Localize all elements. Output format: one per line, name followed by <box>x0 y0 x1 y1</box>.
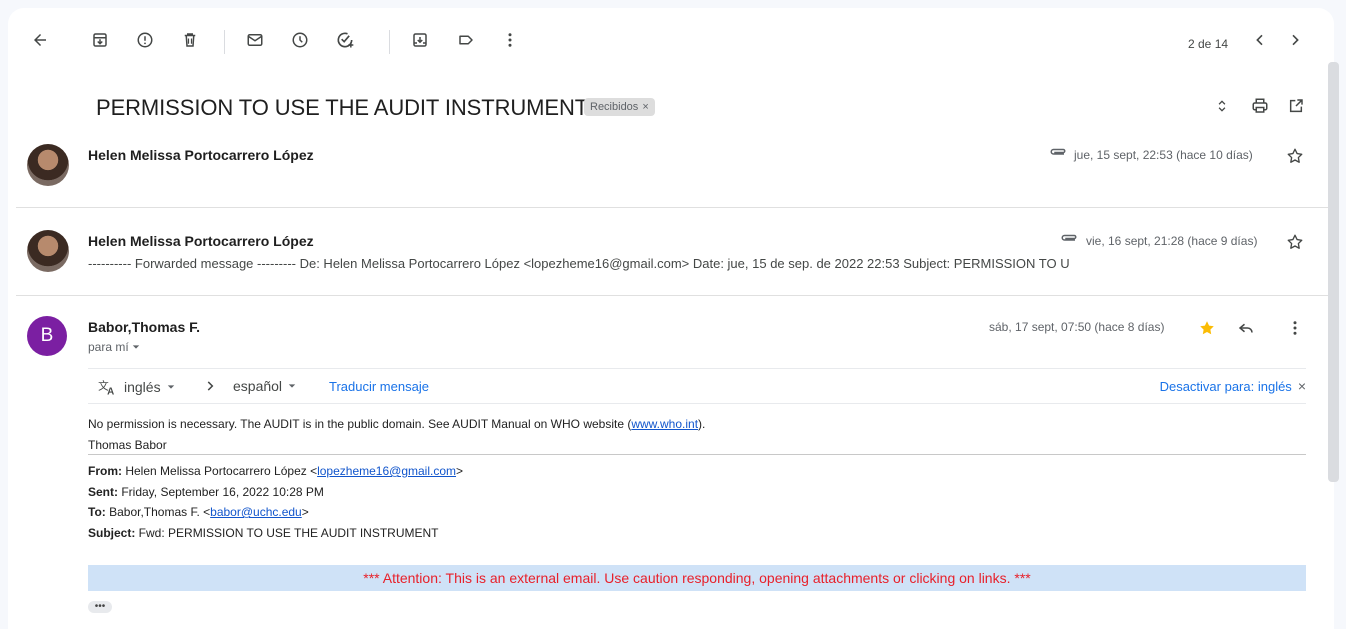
more-vert-icon[interactable] <box>498 28 522 52</box>
translate-message-link[interactable]: Traducir mensaje <box>329 379 429 394</box>
caret-down-icon <box>288 384 296 388</box>
quote-divider <box>88 454 1306 455</box>
avatar <box>27 144 69 186</box>
report-spam-icon[interactable] <box>133 28 157 52</box>
expand-all-icon[interactable] <box>1210 94 1234 118</box>
target-language: español <box>233 378 283 394</box>
move-to-icon[interactable] <box>408 28 432 52</box>
who-link[interactable]: www.who.int <box>631 417 698 431</box>
sent-value: Friday, September 16, 2022 10:28 PM <box>118 485 324 499</box>
body-line: No permission is necessary. The AUDIT is… <box>88 417 705 431</box>
message-divider <box>16 207 1334 208</box>
subject-value: Fwd: PERMISSION TO USE THE AUDIT INSTRUM… <box>135 526 439 540</box>
snooze-icon[interactable] <box>288 28 312 52</box>
message-sender[interactable]: Babor,Thomas F. <box>88 319 200 335</box>
chevron-right-icon <box>201 377 219 395</box>
header-from: From: Helen Melissa Portocarrero López <… <box>88 464 463 478</box>
from-label: From: <box>88 464 122 478</box>
header-sent: Sent: Friday, September 16, 2022 10:28 P… <box>88 485 324 499</box>
translate-icon: 文A <box>98 379 114 396</box>
caret-down-icon <box>132 345 139 349</box>
back-arrow-icon[interactable] <box>26 26 54 54</box>
message-divider <box>16 295 1334 296</box>
from-value: > <box>456 464 464 478</box>
to-value: Babor,Thomas F. < <box>105 505 211 519</box>
attachment-icon <box>1048 144 1068 164</box>
reply-icon[interactable] <box>1234 316 1258 340</box>
close-icon[interactable]: × <box>1298 378 1306 394</box>
message-date: jue, 15 sept, 22:53 (hace 10 días) <box>1074 148 1253 162</box>
from-value: Helen Melissa Portocarrero López < <box>122 464 318 478</box>
external-email-warning: *** Attention: This is an external email… <box>88 565 1306 591</box>
header-to: To: Babor,Thomas F. <babor@uchc.edu> <box>88 505 309 519</box>
body-text: ). <box>698 417 706 431</box>
archive-icon[interactable] <box>88 28 112 52</box>
message-sender[interactable]: Helen Melissa Portocarrero López <box>88 233 314 249</box>
source-language: inglés <box>124 379 161 395</box>
mark-unread-icon[interactable] <box>243 28 267 52</box>
mail-view-panel: 2 de 14 PERMISSION TO USE THE AUDIT INST… <box>8 8 1334 629</box>
delete-icon[interactable] <box>178 28 202 52</box>
label-chip-inbox[interactable]: Recibidos × <box>584 98 655 116</box>
signature: Thomas Babor <box>88 438 167 452</box>
more-vert-icon[interactable] <box>1283 316 1307 340</box>
message-snippet[interactable]: ---------- Forwarded message --------- D… <box>88 256 1288 271</box>
recipients-text: para mí <box>88 340 129 354</box>
translate-bar: 文A inglés español Traducir mensaje Desac… <box>88 368 1306 404</box>
translate-to-language[interactable]: español <box>233 378 296 394</box>
print-icon[interactable] <box>1248 94 1272 118</box>
scrollbar-thumb[interactable] <box>1328 62 1339 482</box>
message-date: sáb, 17 sept, 07:50 (hace 8 días) <box>989 320 1165 334</box>
body-text: No permission is necessary. The AUDIT is… <box>88 417 632 431</box>
star-icon[interactable] <box>1283 230 1307 254</box>
star-filled-icon[interactable] <box>1195 316 1219 340</box>
caret-down-icon <box>167 385 174 389</box>
subject-label: Subject: <box>88 526 136 540</box>
avatar <box>27 230 69 272</box>
to-label: To: <box>88 505 106 519</box>
message-date: vie, 16 sept, 21:28 (hace 9 días) <box>1086 234 1258 248</box>
chevron-right-icon[interactable] <box>1283 28 1307 52</box>
pager-count: 2 de 14 <box>1188 37 1229 51</box>
recipients-toggle[interactable]: para mí <box>88 340 140 354</box>
translate-from-language[interactable]: 文A inglés <box>98 378 175 396</box>
disable-translation: Desactivar para: inglés × <box>1160 378 1306 394</box>
label-chip-text: Recibidos <box>590 101 639 113</box>
message-sender[interactable]: Helen Melissa Portocarrero López <box>88 147 314 163</box>
to-value: > <box>301 505 309 519</box>
avatar: B <box>27 316 67 356</box>
toolbar-separator <box>224 30 225 54</box>
toolbar-separator <box>389 30 390 54</box>
disable-translation-link[interactable]: Desactivar para: inglés <box>1160 379 1292 394</box>
svg-text:A: A <box>107 386 114 396</box>
star-icon[interactable] <box>1283 144 1307 168</box>
add-task-icon[interactable] <box>333 28 357 52</box>
to-email-link[interactable]: babor@uchc.edu <box>210 505 302 519</box>
header-subject: Subject: Fwd: PERMISSION TO USE THE AUDI… <box>88 526 439 540</box>
open-new-window-icon[interactable] <box>1284 94 1308 118</box>
show-trimmed-content-button[interactable]: ••• <box>88 601 112 613</box>
attachment-icon <box>1059 230 1079 250</box>
label-remove-icon[interactable]: × <box>642 101 648 113</box>
sent-label: Sent: <box>88 485 118 499</box>
label-icon[interactable] <box>454 28 478 52</box>
thread-subject: PERMISSION TO USE THE AUDIT INSTRUMENT <box>96 95 589 120</box>
chevron-left-icon[interactable] <box>1248 28 1272 52</box>
from-email-link[interactable]: lopezheme16@gmail.com <box>317 464 456 478</box>
